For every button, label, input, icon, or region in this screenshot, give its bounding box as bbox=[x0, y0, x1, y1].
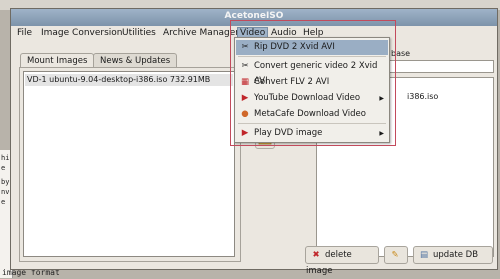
menu-archive-manager[interactable]: Archive Manager bbox=[163, 28, 239, 38]
update-db-button[interactable]: ▤ update DB bbox=[413, 246, 493, 264]
menu-image-conversion[interactable]: Image Conversion bbox=[41, 28, 123, 38]
mounted-images-list[interactable]: VD-1 ubuntu-9.04-desktop-i386.iso 732.91… bbox=[23, 71, 235, 257]
database-icon: ▤ bbox=[419, 250, 429, 260]
annotation-highlight-box bbox=[230, 20, 396, 146]
delete-icon: ✖ bbox=[312, 250, 320, 260]
tab-news-updates[interactable]: News & Updates bbox=[93, 53, 178, 68]
pencil-icon: ✎ bbox=[391, 250, 399, 260]
delete-image-button[interactable]: ✖ delete image bbox=[305, 246, 379, 276]
menu-utilities[interactable]: Utilities bbox=[122, 28, 156, 38]
database-list-item[interactable]: i386.iso bbox=[407, 92, 438, 101]
menu-file[interactable]: File bbox=[17, 28, 32, 38]
tab-mount-images[interactable]: Mount Images bbox=[20, 53, 95, 68]
list-item[interactable]: VD-1 ubuntu-9.04-desktop-i386.iso 732.91… bbox=[25, 74, 233, 86]
edit-button[interactable]: ✎ bbox=[384, 246, 408, 264]
